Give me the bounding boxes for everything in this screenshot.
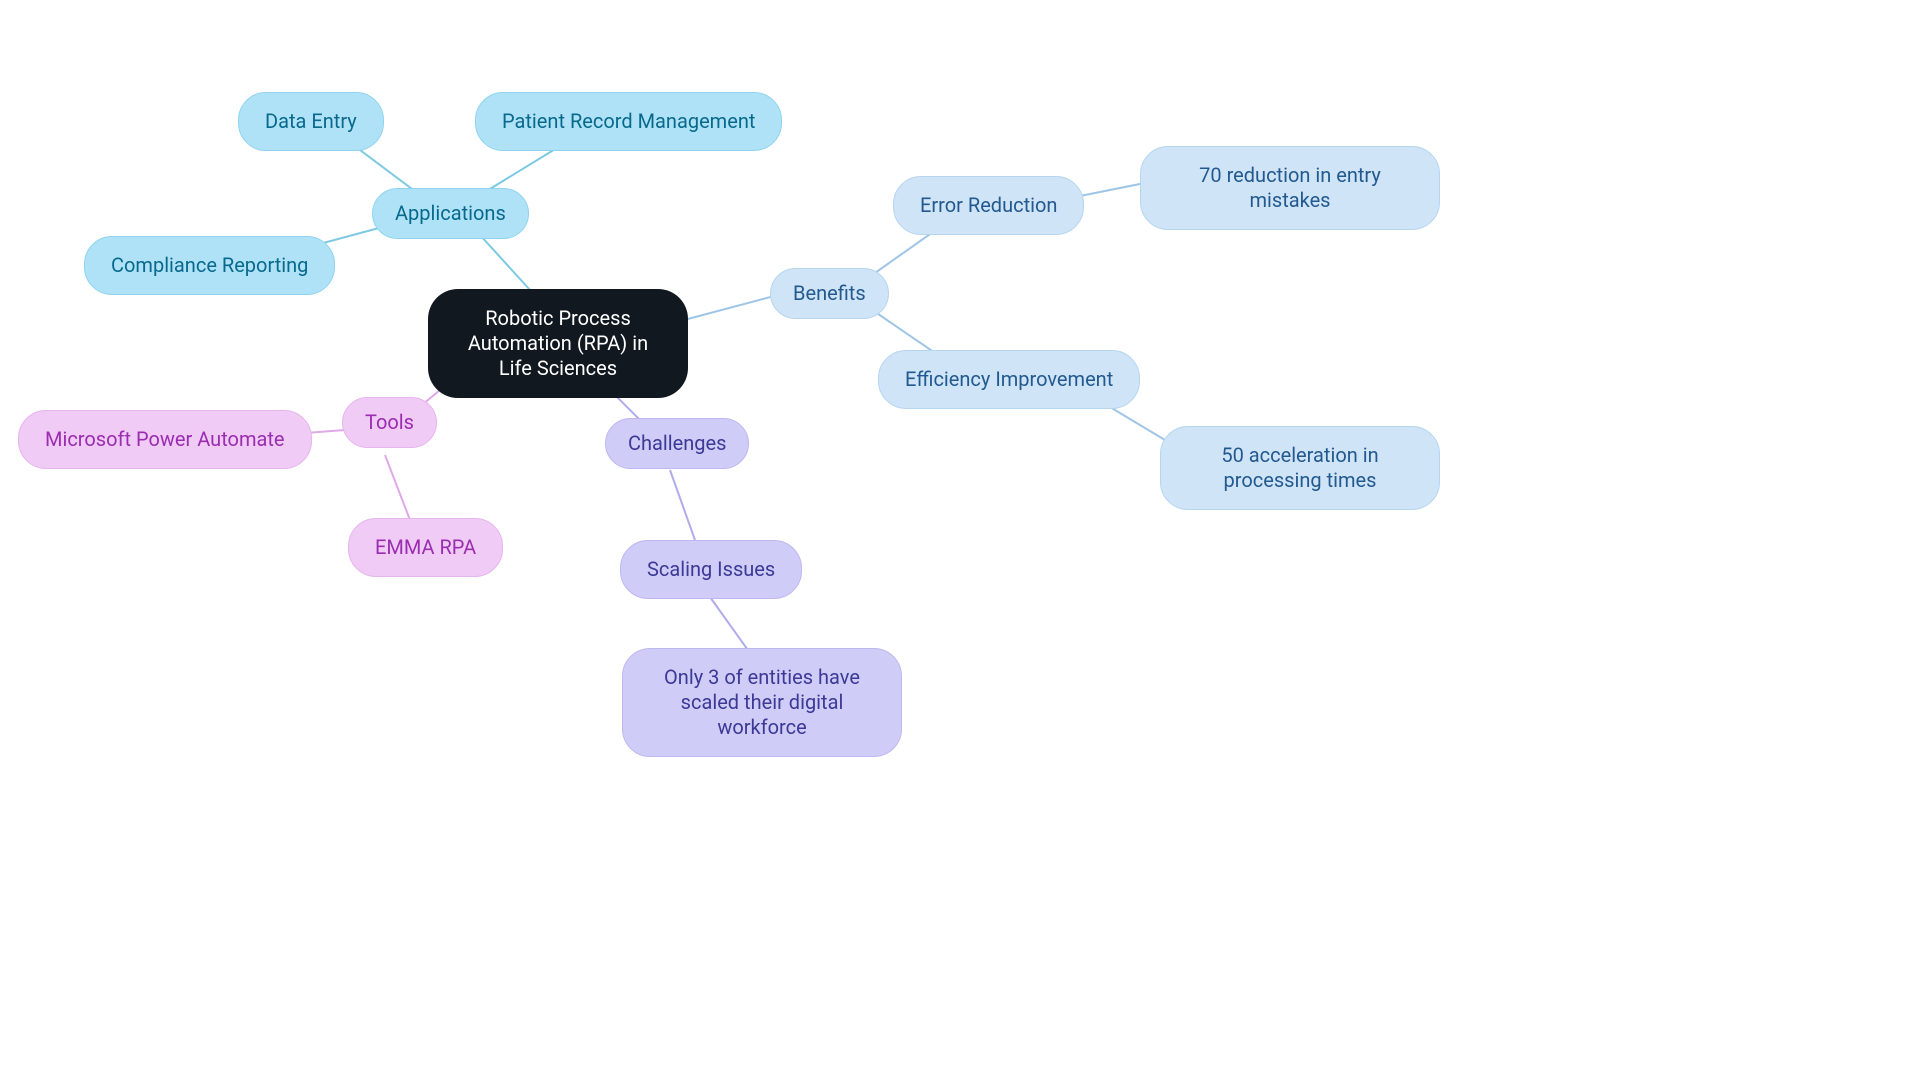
- node-power-automate[interactable]: Microsoft Power Automate: [18, 410, 312, 469]
- edge-layer: [0, 0, 1920, 1083]
- node-patient-records[interactable]: Patient Record Management: [475, 92, 782, 151]
- node-scaling-detail[interactable]: Only 3 of entities have scaled their dig…: [622, 648, 902, 757]
- node-emma-rpa[interactable]: EMMA RPA: [348, 518, 503, 577]
- node-applications[interactable]: Applications: [372, 188, 529, 239]
- node-efficiency[interactable]: Efficiency Improvement: [878, 350, 1140, 409]
- node-error-reduction[interactable]: Error Reduction: [893, 176, 1084, 235]
- node-benefits[interactable]: Benefits: [770, 268, 889, 319]
- node-compliance[interactable]: Compliance Reporting: [84, 236, 335, 295]
- node-error-reduction-detail[interactable]: 70 reduction in entry mistakes: [1140, 146, 1440, 230]
- node-tools[interactable]: Tools: [342, 397, 437, 448]
- mindmap-canvas: Robotic Process Automation (RPA) in Life…: [0, 0, 1920, 1083]
- node-data-entry[interactable]: Data Entry: [238, 92, 384, 151]
- node-efficiency-detail[interactable]: 50 acceleration in processing times: [1160, 426, 1440, 510]
- node-scaling[interactable]: Scaling Issues: [620, 540, 802, 599]
- node-challenges[interactable]: Challenges: [605, 418, 749, 469]
- center-node[interactable]: Robotic Process Automation (RPA) in Life…: [428, 289, 688, 398]
